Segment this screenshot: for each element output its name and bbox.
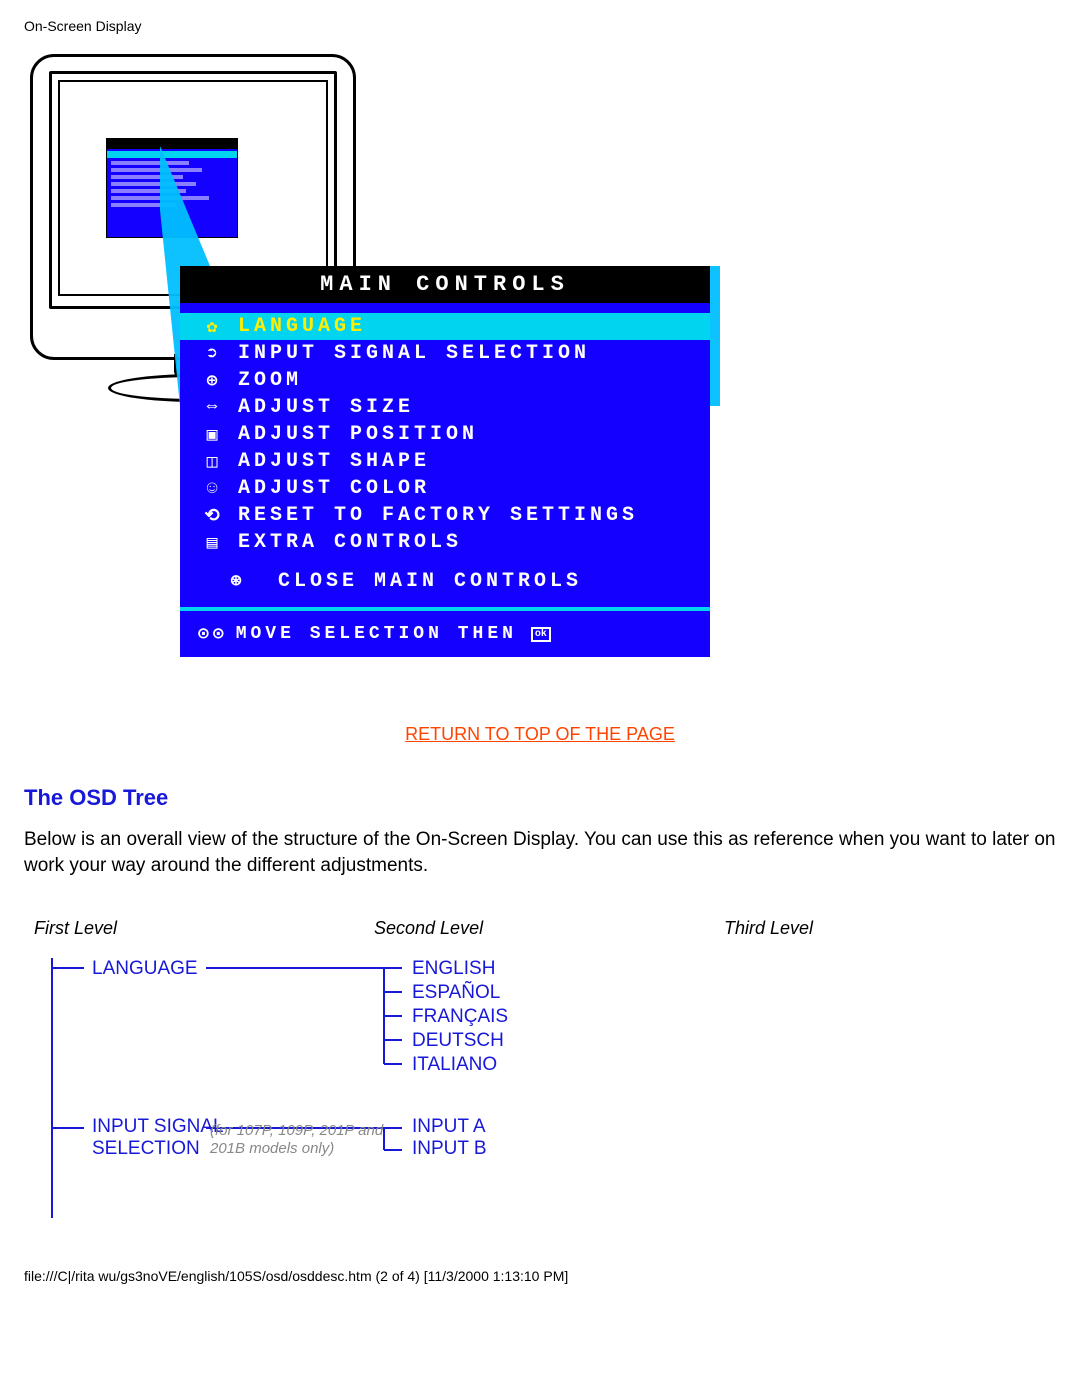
close-controls-icon: ⊛ (222, 570, 250, 592)
section-title-osd-tree: The OSD Tree (24, 785, 1056, 811)
page-title: On-Screen Display (24, 18, 1056, 34)
osd-close-label: CLOSE MAIN CONTROLS (278, 570, 582, 593)
osd-menu-item[interactable]: ◫ ADJUST SHAPE (180, 448, 710, 475)
reset-icon: ⟲ (198, 505, 226, 527)
osd-menu-item[interactable]: ✿ LANGUAGE (180, 313, 710, 340)
size-icon: ⇔ (198, 398, 226, 418)
return-to-top-link[interactable]: RETURN TO TOP OF THE PAGE (405, 724, 675, 744)
osd-menu-item-label: ADJUST POSITION (238, 423, 478, 446)
section-body-text: Below is an overall view of the structur… (24, 827, 1056, 878)
tree-connector-lines (34, 958, 734, 1218)
osd-menu-item-label: ADJUST COLOR (238, 477, 430, 500)
tree-item-input-a: INPUT A (412, 1116, 486, 1138)
position-icon: ▣ (198, 424, 226, 446)
tree-headers: First Level Second Level Third Level (34, 918, 1056, 939)
tree-item-italiano: ITALIANO (412, 1054, 497, 1076)
tree-header-second: Second Level (374, 918, 724, 939)
osd-menu-item-label: LANGUAGE (238, 315, 366, 338)
osd-close-row[interactable]: ⊛ CLOSE MAIN CONTROLS (180, 556, 710, 607)
osd-menu-item[interactable]: ➲ INPUT SIGNAL SELECTION (180, 340, 710, 367)
color-icon: ☺ (198, 479, 226, 499)
nav-arrows-icon: ⊙⊙ (198, 623, 228, 645)
footer-file-path: file:///C|/rita wu/gs3noVE/english/105S/… (24, 1268, 1056, 1284)
osd-menu-item[interactable]: ⟲ RESET TO FACTORY SETTINGS (180, 502, 710, 529)
input-icon: ➲ (198, 343, 226, 365)
osd-menu-item[interactable]: ▤ EXTRA CONTROLS (180, 529, 710, 556)
osd-menu-item[interactable]: ☺ ADJUST COLOR (180, 475, 710, 502)
tree-header-third: Third Level (724, 918, 813, 939)
tree-item-espanol: ESPAÑOL (412, 982, 500, 1004)
return-to-top-container: RETURN TO TOP OF THE PAGE (24, 724, 1056, 745)
osd-menu-item[interactable]: ⇔ ADJUST SIZE (180, 394, 710, 421)
tree-header-first: First Level (34, 918, 374, 939)
osd-menu-item-label: ZOOM (238, 369, 302, 392)
osd-menu-item-label: EXTRA CONTROLS (238, 531, 462, 554)
extra-icon: ▤ (198, 532, 226, 554)
osd-menu-item-label: ADJUST SHAPE (238, 450, 430, 473)
osd-menu-item[interactable]: ⊕ ZOOM (180, 367, 710, 394)
tree-note-models-1: (for 107P, 109P, 201P and (210, 1122, 383, 1140)
tree-item-input-signal-1: INPUT SIGNAL (92, 1116, 224, 1138)
tree-item-language: LANGUAGE (92, 958, 198, 980)
ok-badge: ok (531, 627, 551, 642)
zoom-icon: ⊕ (198, 370, 226, 392)
tree-item-deutsch: DEUTSCH (412, 1030, 504, 1052)
osd-footer-hint: ⊙⊙ MOVE SELECTION THEN ok (180, 611, 710, 657)
osd-menu-item-label: INPUT SIGNAL SELECTION (238, 342, 590, 365)
tree-note-models-2: 201B models only) (210, 1140, 334, 1158)
tree-item-input-b: INPUT B (412, 1138, 487, 1160)
osd-menu-item-label: RESET TO FACTORY SETTINGS (238, 504, 638, 527)
shape-icon: ◫ (198, 451, 226, 473)
tree-item-english: ENGLISH (412, 958, 495, 980)
osd-tree-diagram: First Level Second Level Third Level LAN… (34, 918, 1056, 1218)
osd-menu-item[interactable]: ▣ ADJUST POSITION (180, 421, 710, 448)
globe-icon: ✿ (198, 316, 226, 338)
osd-footer-label: MOVE SELECTION THEN (236, 624, 517, 644)
tree-item-francais: FRANÇAIS (412, 1006, 508, 1028)
osd-menu-item-label: ADJUST SIZE (238, 396, 414, 419)
monitor-osd-diagram: MAIN CONTROLS ✿ LANGUAGE ➲ INPUT SIGNAL SEL… (30, 54, 1056, 694)
osd-panel-title: MAIN CONTROLS (180, 266, 710, 303)
tree-item-input-signal-2: SELECTION (92, 1138, 200, 1160)
osd-main-controls-panel: MAIN CONTROLS ✿ LANGUAGE ➲ INPUT SIGNAL SEL… (180, 266, 710, 657)
